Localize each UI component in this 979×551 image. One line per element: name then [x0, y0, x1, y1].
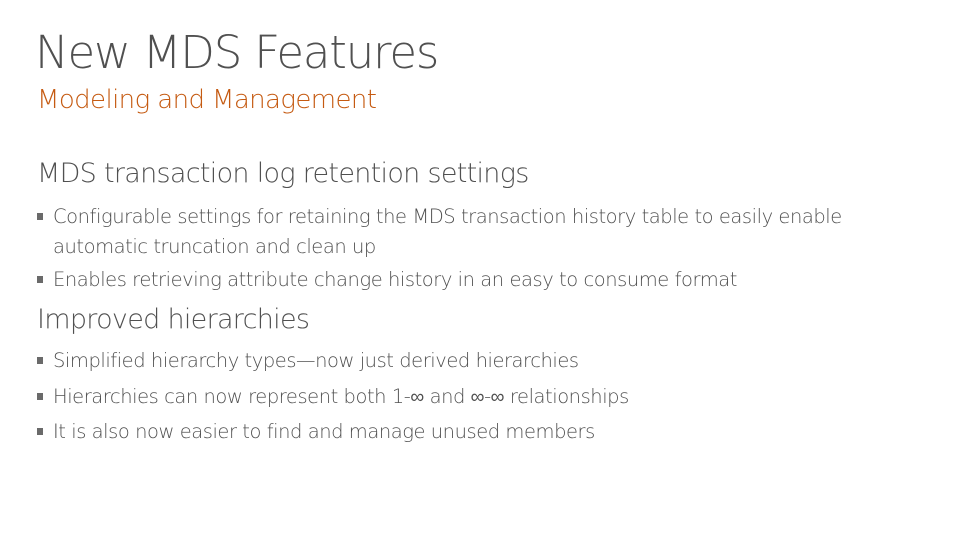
bullet-text: Enables retrieving attribute change hist…	[53, 268, 737, 291]
slide-subtitle: Modeling and Management	[37, 85, 377, 115]
square-bullet-icon	[37, 213, 43, 220]
bullet-text: Simplified hierarchy types—now just deri…	[53, 349, 579, 372]
square-bullet-icon	[37, 276, 43, 283]
square-bullet-icon	[37, 357, 43, 364]
bullet-text: It is also now easier to find and manage…	[53, 420, 595, 443]
section-heading-transaction-log: MDS transaction log retention settings	[37, 158, 529, 189]
square-bullet-icon	[37, 428, 43, 435]
square-bullet-icon	[37, 393, 43, 400]
bullet-item: Enables retrieving attribute change hist…	[37, 265, 917, 295]
bullet-item: It is also now easier to find and manage…	[37, 417, 917, 447]
section-heading-hierarchies: Improved hierarchies	[37, 304, 310, 335]
bullet-item: Hierarchies can now represent both 1-∞ a…	[37, 382, 917, 412]
bullet-text: Configurable settings for retaining the …	[53, 205, 842, 258]
bullet-item: Configurable settings for retaining the …	[37, 202, 917, 262]
slide: New MDS Features Modeling and Management…	[0, 0, 979, 551]
slide-title: New MDS Features	[35, 26, 439, 79]
bullet-text: Hierarchies can now represent both 1-∞ a…	[53, 385, 629, 408]
bullet-item: Simplified hierarchy types—now just deri…	[37, 346, 917, 376]
